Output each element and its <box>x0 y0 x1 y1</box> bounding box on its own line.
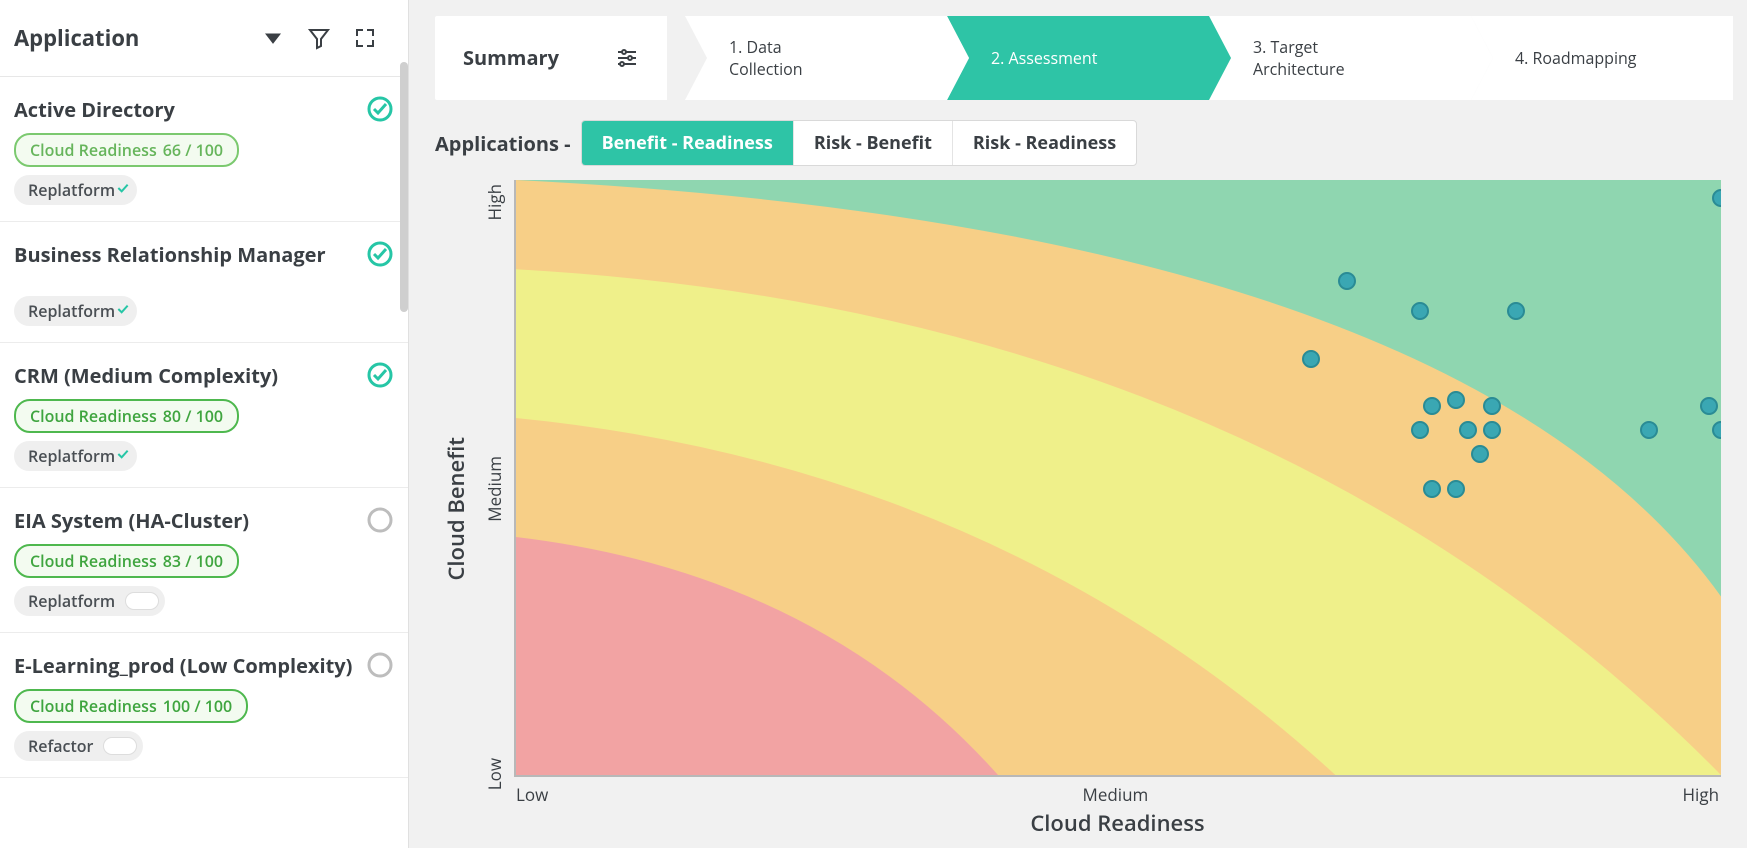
xtick-high: High <box>1683 783 1719 806</box>
application-item[interactable]: EIA System (HA-Cluster) Cloud Readiness 8… <box>0 488 408 633</box>
sidebar-header: Application <box>0 0 408 77</box>
ytick-low: Low <box>483 758 506 790</box>
chart-tab[interactable]: Risk - Readiness <box>953 121 1136 165</box>
readiness-badge: Cloud Readiness 66 / 100 <box>14 133 239 167</box>
chart-xlabel: Cloud Readiness <box>514 806 1721 838</box>
chart-yticks: High Medium Low <box>477 180 514 838</box>
sidebar-title: Application <box>14 23 250 53</box>
chart-ylabel: Cloud Benefit <box>435 437 477 581</box>
scrollbar-thumb[interactable] <box>400 62 408 312</box>
strategy-badge[interactable]: Refactor <box>14 731 143 761</box>
step-4[interactable]: 4. Roadmapping <box>1471 16 1733 100</box>
application-item[interactable]: Business Relationship Manager Replatform <box>0 222 408 343</box>
status-indicator[interactable] <box>366 95 394 123</box>
process-stepper: Summary 1. DataCollection 2. Assessment 3.… <box>409 16 1747 100</box>
data-point[interactable] <box>1507 302 1525 320</box>
readiness-score: 66 / 100 <box>163 139 223 161</box>
chart-container: Cloud Benefit High Medium Low <box>409 172 1747 848</box>
readiness-badge: Cloud Readiness 83 / 100 <box>14 544 239 578</box>
strategy-label: Replatform <box>28 590 115 612</box>
chart-tab-prefix: Applications - <box>435 130 571 157</box>
application-name: E-Learning_prod (Low Complexity) <box>14 652 352 679</box>
ytick-medium: Medium <box>483 456 506 522</box>
step-summary-label: Summary <box>463 46 559 70</box>
data-point[interactable] <box>1423 397 1441 415</box>
status-indicator[interactable] <box>366 651 394 679</box>
readiness-label: Cloud Readiness <box>30 405 157 427</box>
strategy-label: Replatform <box>28 179 115 201</box>
step-2[interactable]: 2. Assessment <box>947 16 1209 100</box>
application-name: EIA System (HA-Cluster) <box>14 507 249 534</box>
application-item[interactable]: CRM (Medium Complexity) Cloud Readiness 8… <box>0 343 408 488</box>
application-name: Active Directory <box>14 96 175 123</box>
step-1[interactable]: 1. DataCollection <box>685 16 947 100</box>
step-label: 4. Roadmapping <box>1515 47 1637 69</box>
sort-dropdown[interactable] <box>250 18 296 58</box>
step-settings-button[interactable] <box>587 16 667 100</box>
application-item[interactable]: Active Directory Cloud Readiness 66 / 100… <box>0 77 408 222</box>
status-indicator[interactable] <box>366 506 394 534</box>
strategy-label: Replatform <box>28 300 115 322</box>
chart-tab[interactable]: Benefit - Readiness <box>582 121 794 165</box>
data-point[interactable] <box>1459 421 1477 439</box>
step-label: 2. Assessment <box>991 47 1097 69</box>
application-item[interactable]: E-Learning_prod (Low Complexity) Cloud R… <box>0 633 408 778</box>
strategy-toggle[interactable] <box>103 737 137 755</box>
check-icon <box>115 445 131 467</box>
readiness-label: Cloud Readiness <box>30 550 157 572</box>
data-point[interactable] <box>1447 391 1465 409</box>
data-point[interactable] <box>1700 397 1718 415</box>
strategy-label: Replatform <box>28 445 115 467</box>
data-point[interactable] <box>1483 421 1501 439</box>
data-point[interactable] <box>1302 350 1320 368</box>
main-panel: Summary 1. DataCollection 2. Assessment 3.… <box>409 0 1747 848</box>
chart-tab-bar: Applications - Benefit - ReadinessRisk -… <box>409 100 1747 172</box>
data-point[interactable] <box>1411 302 1429 320</box>
strategy-badge[interactable]: Replatform <box>14 175 137 205</box>
data-point[interactable] <box>1411 421 1429 439</box>
readiness-score: 100 / 100 <box>163 695 232 717</box>
step-summary[interactable]: Summary <box>435 16 587 100</box>
xtick-medium: Medium <box>1083 783 1149 806</box>
data-point[interactable] <box>1640 421 1658 439</box>
strategy-badge[interactable]: Replatform <box>14 586 165 616</box>
step-label: 3. TargetArchitecture <box>1253 36 1345 80</box>
application-name: Business Relationship Manager <box>14 241 326 268</box>
scatter-plot[interactable] <box>514 180 1721 777</box>
xtick-low: Low <box>516 783 548 806</box>
readiness-label: Cloud Readiness <box>30 695 157 717</box>
application-name: CRM (Medium Complexity) <box>14 362 278 389</box>
readiness-score: 83 / 100 <box>163 550 223 572</box>
strategy-badge[interactable]: Replatform <box>14 441 137 471</box>
step-3[interactable]: 3. TargetArchitecture <box>1209 16 1471 100</box>
chart-tab[interactable]: Risk - Benefit <box>794 121 953 165</box>
status-indicator[interactable] <box>366 240 394 268</box>
step-label: 1. DataCollection <box>729 36 803 80</box>
strategy-toggle[interactable] <box>125 592 159 610</box>
readiness-badge: Cloud Readiness 80 / 100 <box>14 399 239 433</box>
readiness-label: Cloud Readiness <box>30 139 157 161</box>
status-indicator[interactable] <box>366 361 394 389</box>
readiness-score: 80 / 100 <box>163 405 223 427</box>
application-list[interactable]: Active Directory Cloud Readiness 66 / 100… <box>0 77 408 848</box>
expand-icon[interactable] <box>342 18 388 58</box>
ytick-high: High <box>483 184 506 220</box>
strategy-badge[interactable]: Replatform <box>14 296 137 326</box>
readiness-badge: Cloud Readiness 100 / 100 <box>14 689 248 723</box>
filter-icon[interactable] <box>296 18 342 58</box>
sidebar: Application Active Directory Cloud Readi… <box>0 0 409 848</box>
strategy-label: Refactor <box>28 735 93 757</box>
check-icon <box>115 300 131 322</box>
chart-xticks: Low Medium High <box>514 777 1721 806</box>
check-icon <box>115 179 131 201</box>
data-point[interactable] <box>1471 445 1489 463</box>
